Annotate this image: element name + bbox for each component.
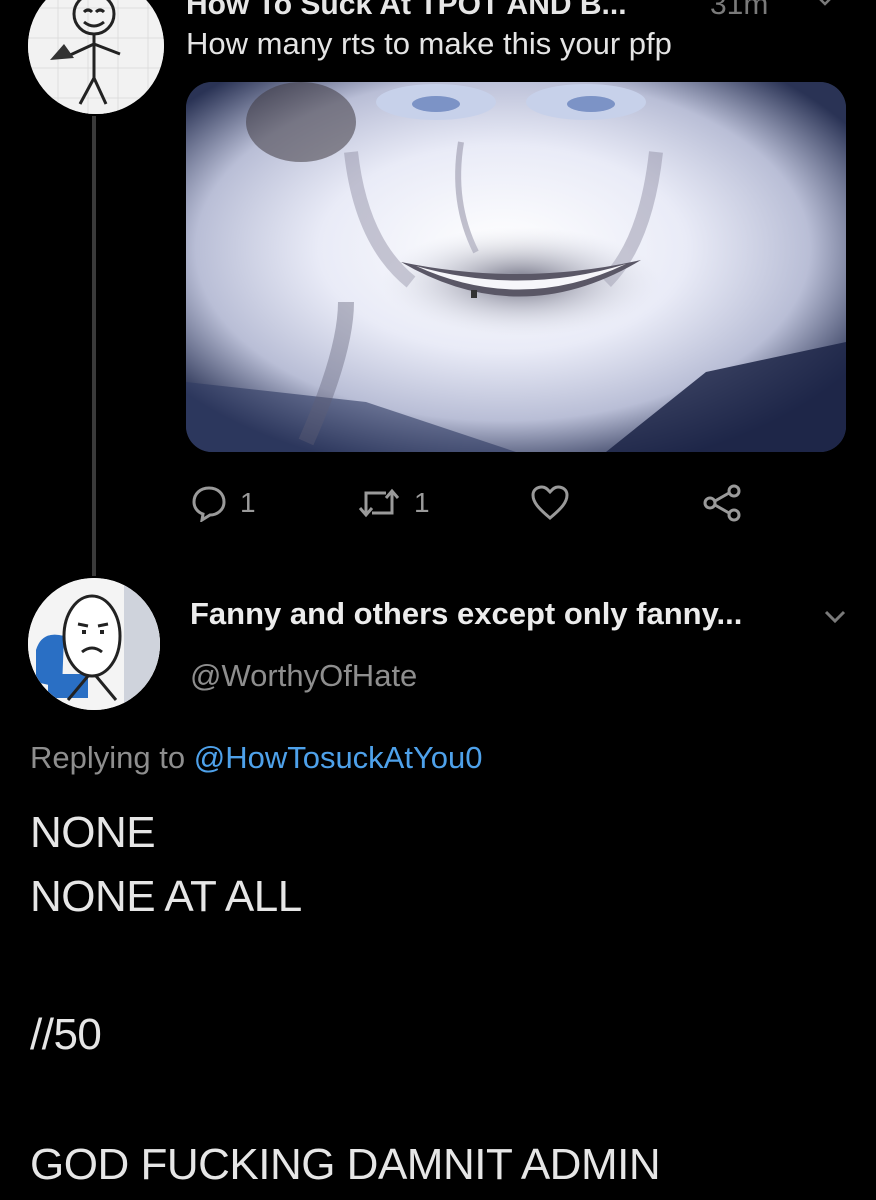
reply-count: 1 <box>240 487 256 518</box>
retweet-action[interactable]: 1 <box>356 480 430 526</box>
reply-action[interactable]: 1 <box>190 480 256 526</box>
share-icon <box>703 484 741 522</box>
share-action[interactable] <box>700 480 744 526</box>
parent-avatar[interactable] <box>28 0 164 114</box>
thread-connector-line <box>92 116 96 576</box>
parent-display-name[interactable]: How To Suck At TPOT AND B... <box>186 0 627 22</box>
parent-timestamp: 31m <box>710 0 769 21</box>
like-action[interactable] <box>530 480 570 526</box>
replying-to-prefix: Replying to <box>30 740 186 775</box>
parent-tweet-text: How many rts to make this your pfp <box>186 26 672 61</box>
retweet-count: 1 <box>414 487 430 518</box>
reply-display-name[interactable]: Fanny and others except only fanny... <box>190 596 742 632</box>
tweet-media-image[interactable] <box>186 82 846 452</box>
reply-icon <box>192 486 226 522</box>
replying-to-line: Replying to @HowTosuckAtYou0 <box>30 740 483 776</box>
stick-figure-avatar-image <box>28 0 164 114</box>
replying-to-mention-link[interactable]: @HowTosuckAtYou0 <box>194 740 483 775</box>
reply-text-line: NONE AT ALL <box>30 872 302 921</box>
reply-text-line: GOD FUCKING DAMNIT ADMIN <box>30 1140 661 1189</box>
chevron-down-icon[interactable] <box>820 602 850 632</box>
chevron-down-icon[interactable] <box>816 0 834 12</box>
heart-icon <box>531 485 569 520</box>
reply-text-line: //50 <box>30 1010 102 1059</box>
reply-text-line: NONE <box>30 808 156 857</box>
reply-handle[interactable]: @WorthyOfHate <box>190 658 417 694</box>
reply-avatar[interactable] <box>28 578 160 710</box>
blurred-face-photo <box>186 82 846 452</box>
cartoon-character-avatar-image <box>28 578 160 710</box>
retweet-icon <box>358 488 400 518</box>
